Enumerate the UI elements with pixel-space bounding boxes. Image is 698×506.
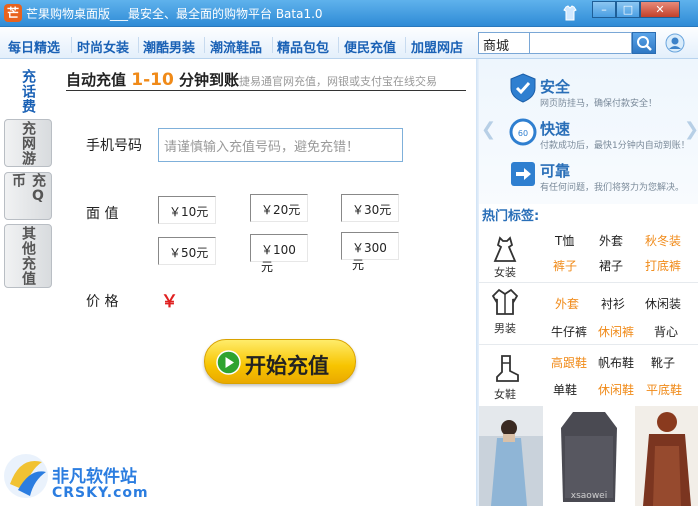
arrow-right-box-icon (511, 162, 535, 186)
product-photo[interactable] (479, 406, 543, 506)
feature-title-safe: 安全 (540, 78, 571, 96)
amount-option-50[interactable]: ￥50元 (158, 237, 216, 265)
nav-item-men[interactable]: 潮酷男装 (143, 37, 195, 56)
headline-subtext: 捷易通官网充值，网银或支付宝在线交易 (239, 75, 438, 88)
feature-desc-reliable: 有任何问题，我们将努力为您解决。 (540, 183, 685, 193)
headline-text-end: 分钟到账 (173, 71, 240, 89)
recharge-panel: 自动充值 1-10 分钟到账捷易通官网充值，网银或支付宝在线交易 手机号码 请谨… (56, 59, 476, 506)
headline-underline (66, 90, 466, 91)
nav-divider (138, 37, 139, 53)
tab-phone-credit[interactable]: 充话费 (4, 63, 52, 119)
nav-item-daily-picks[interactable]: 每日精选 (8, 37, 60, 56)
hot-tags-title: 热门标签: (482, 209, 540, 224)
nav-divider (71, 37, 72, 53)
phone-number-input[interactable]: 请谨慎输入充值号码，避免充错！ (158, 128, 403, 162)
nav-item-bags[interactable]: 精品包包 (277, 37, 329, 56)
window-title: 芒果购物桌面版___最安全、最全面的购物平台 Bata1.0 (26, 7, 323, 21)
tag-casual-shoes[interactable]: 休闲鞋 (598, 381, 634, 398)
face-value-label: 面 值 (86, 206, 119, 222)
headline-text: 自动充值 (66, 71, 132, 89)
amount-option-20[interactable]: ￥20元 (250, 194, 308, 222)
search-icon (637, 36, 652, 51)
tag-high-heels[interactable]: 高跟鞋 (551, 354, 587, 371)
category-label-men: 男装 (494, 322, 516, 335)
tag-boots[interactable]: 靴子 (651, 354, 675, 371)
category-label-womens-shoes: 女鞋 (494, 388, 516, 401)
tag-coat[interactable]: 外套 (599, 232, 623, 249)
category-divider (479, 282, 698, 283)
right-sidebar: ❮ ❯ 安全 网页防挂马，确保付款安全！ 60 快速 付款成功后，最快1分钟内自… (479, 59, 698, 506)
start-recharge-button[interactable]: 开始充值 (204, 339, 356, 384)
category-divider (479, 344, 698, 345)
shield-check-icon (510, 73, 536, 103)
search-input[interactable] (530, 32, 632, 54)
tag-jeans[interactable]: 牛仔裤 (551, 323, 587, 340)
nav-item-shoes[interactable]: 潮流鞋品 (210, 37, 262, 56)
boot-icon (496, 355, 519, 382)
headline-highlight: 1-10 (131, 70, 174, 90)
tab-qq-coins[interactable]: 充Q币 (4, 172, 52, 220)
feature-title-fast: 快速 (540, 120, 571, 138)
tab-game-credit[interactable]: 充网游 (4, 119, 52, 167)
nav-item-women[interactable]: 时尚女装 (77, 37, 129, 56)
tag-flats-single[interactable]: 单鞋 (553, 381, 577, 398)
feature-desc-fast: 付款成功后，最快1分钟内自动到账！ (540, 141, 690, 151)
headline: 自动充值 1-10 分钟到账捷易通官网充值，网银或支付宝在线交易 (66, 69, 437, 90)
tag-skirt[interactable]: 裙子 (599, 257, 623, 274)
skin-shirt-icon[interactable] (563, 5, 577, 21)
app-logo-icon: 芒 (4, 4, 22, 22)
start-recharge-label: 开始充值 (245, 354, 329, 378)
tag-winter-wear[interactable]: 秋冬装 (645, 232, 681, 249)
feature-promo: ❮ ❯ 安全 网页防挂马，确保付款安全！ 60 快速 付款成功后，最快1分钟内自… (479, 59, 698, 204)
nav-divider (204, 37, 205, 53)
tag-flat-shoes[interactable]: 平底鞋 (646, 381, 682, 398)
nav-item-recharge[interactable]: 便民充值 (344, 37, 396, 56)
user-avatar-icon[interactable] (665, 33, 685, 53)
speed-clock-icon: 60 (509, 118, 537, 146)
dress-icon (493, 236, 517, 262)
amount-option-10[interactable]: ￥10元 (158, 196, 216, 224)
tab-other-recharge[interactable]: 其他充值 (4, 224, 52, 288)
jacket-icon (491, 288, 519, 315)
nav-divider (338, 37, 339, 53)
amount-option-300[interactable]: ￥300元 (341, 232, 399, 272)
watermark-name: 非凡软件站 (52, 467, 137, 487)
tag-vest[interactable]: 背心 (654, 323, 678, 340)
photo-caption: xsaowei (571, 491, 607, 501)
nav-divider (272, 37, 273, 53)
nav-item-franchise[interactable]: 加盟网店 (411, 37, 463, 56)
play-icon (216, 350, 241, 375)
product-photo-strip: xsaowei (479, 406, 698, 506)
tag-pants[interactable]: 裤子 (553, 257, 577, 274)
amount-option-30[interactable]: ￥30元 (341, 194, 399, 222)
price-value: ￥ (161, 292, 178, 312)
tag-canvas-shoes[interactable]: 帆布鞋 (598, 354, 634, 371)
maximize-button[interactable]: □ (616, 1, 640, 18)
watermark-domain: CRSKY.com (52, 485, 149, 501)
product-photo[interactable]: xsaowei (545, 406, 633, 506)
search-button[interactable] (632, 32, 656, 54)
amount-option-100[interactable]: ￥100元 (250, 234, 308, 274)
price-label: 价 格 (86, 294, 119, 310)
tag-casual-wear[interactable]: 休闲装 (645, 295, 681, 312)
title-bar[interactable]: 芒 芒果购物桌面版___最安全、最全面的购物平台 Bata1.0 – □ ✕ (0, 0, 698, 27)
tag-casual-pants[interactable]: 休闲裤 (598, 323, 634, 340)
promo-next-icon[interactable]: ❯ (684, 119, 698, 140)
tag-leggings[interactable]: 打底裤 (645, 257, 681, 274)
search-scope-select[interactable]: 商城 (478, 32, 530, 54)
minimize-button[interactable]: – (592, 1, 616, 18)
tag-tshirt[interactable]: T恤 (555, 232, 574, 249)
phone-label: 手机号码 (86, 138, 142, 154)
tag-men-coat[interactable]: 外套 (555, 295, 579, 312)
tag-shirt[interactable]: 衬衫 (601, 295, 625, 312)
close-button[interactable]: ✕ (640, 1, 680, 18)
category-label-women: 女装 (494, 266, 516, 279)
svg-text:60: 60 (518, 129, 528, 138)
product-photo[interactable] (635, 406, 698, 506)
feature-title-reliable: 可靠 (540, 162, 571, 180)
recharge-type-tabs: 充话费 充网游 充Q币 其他充值 (0, 59, 56, 506)
promo-prev-icon[interactable]: ❮ (481, 119, 496, 140)
nav-divider (405, 37, 406, 53)
feature-desc-safe: 网页防挂马，确保付款安全！ (540, 99, 658, 109)
